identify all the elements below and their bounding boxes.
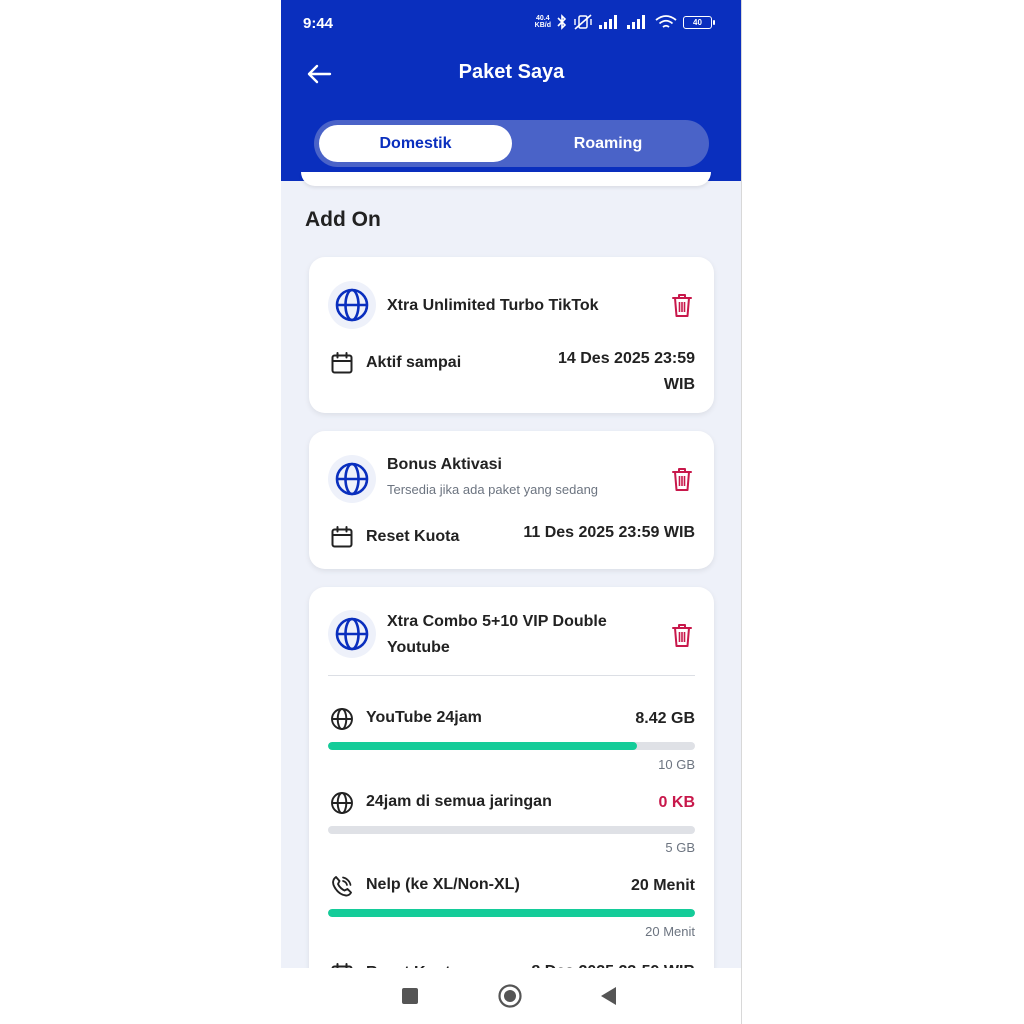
navigation-bar <box>281 968 742 1024</box>
quota-progress-bar <box>328 909 695 917</box>
quota-total: 20 Menit <box>645 924 695 939</box>
active-until-value: 14 Des 2025 23:59 WIB <box>558 350 695 393</box>
vibrate-off-icon <box>574 14 592 30</box>
calendar-icon <box>331 352 353 374</box>
net-speed: 40.4 KB/d <box>534 15 551 29</box>
phone-call-icon <box>332 876 352 897</box>
bluetooth-icon <box>557 14 567 30</box>
calendar-icon <box>331 526 353 548</box>
quota-remaining: 8.42 GB <box>635 710 695 727</box>
globe-icon <box>331 708 353 730</box>
package-icon <box>328 455 376 503</box>
reset-quota-label: Reset Kuota <box>366 528 460 545</box>
status-icons: 40.4 KB/d 40 <box>534 14 715 30</box>
home-button[interactable] <box>497 983 523 1009</box>
quota-remaining: 0 KB <box>658 794 695 811</box>
reset-quota-value: 11 Des 2025 23:59 WIB <box>523 524 695 541</box>
package-icon <box>328 610 376 658</box>
triangle-back-icon <box>601 987 616 1005</box>
section-title: Add On <box>305 208 381 231</box>
quota-progress-fill <box>328 909 695 917</box>
globe-icon <box>335 617 369 651</box>
trash-icon[interactable] <box>670 622 694 648</box>
globe-icon <box>335 462 369 496</box>
quota-label: YouTube 24jam <box>366 709 482 726</box>
quota-label: 24jam di semua jaringan <box>366 793 552 810</box>
trash-icon[interactable] <box>670 292 694 318</box>
trash-icon[interactable] <box>670 466 694 492</box>
divider <box>328 675 695 676</box>
active-until-label: Aktif sampai <box>366 354 462 371</box>
tab-domestik[interactable]: Domestik <box>319 125 512 162</box>
quota-total: 5 GB <box>665 840 695 855</box>
wifi-icon <box>655 15 677 28</box>
globe-icon <box>335 288 369 322</box>
quota-progress-fill <box>328 742 637 750</box>
previous-card-edge <box>301 172 711 186</box>
package-name: Xtra Unlimited Turbo TikTok <box>387 297 599 314</box>
square-icon <box>402 988 418 1004</box>
quota-progress-bar <box>328 826 695 834</box>
status-time: 9:44 <box>303 15 334 32</box>
package-name: Bonus Aktivasi <box>387 456 502 473</box>
addon-card[interactable]: Xtra Unlimited Turbo TikTok Aktif sampai… <box>309 257 714 413</box>
quota-label: Nelp (ke XL/Non-XL) <box>366 876 520 893</box>
globe-icon <box>331 792 353 814</box>
home-circle-icon <box>498 984 522 1008</box>
header: 9:44 40.4 KB/d 40 Paket Saya Domestik Ro… <box>281 0 742 181</box>
signal-icon <box>627 15 645 29</box>
phone-screen: 9:44 40.4 KB/d 40 Paket Saya Domestik Ro… <box>281 0 742 1024</box>
quota-total: 10 GB <box>658 757 695 772</box>
recents-button[interactable] <box>397 983 423 1009</box>
battery-icon: 40 <box>683 15 715 29</box>
addon-card[interactable]: Bonus Aktivasi Tersedia jika ada paket y… <box>309 431 714 569</box>
package-icon <box>328 281 376 329</box>
status-bar: 9:44 40.4 KB/d 40 <box>281 0 742 46</box>
back-nav-button[interactable] <box>596 983 622 1009</box>
tab-roaming[interactable]: Roaming <box>512 125 704 162</box>
package-name: Xtra Combo 5+10 VIP Double Youtube <box>387 613 607 656</box>
page-title: Paket Saya <box>458 61 565 83</box>
package-subtitle: Tersedia jika ada paket yang sedang <box>387 482 599 497</box>
signal-icon <box>599 15 617 29</box>
addon-card[interactable]: Xtra Combo 5+10 VIP Double Youtube YouTu… <box>309 587 714 1007</box>
quota-progress-bar <box>328 742 695 750</box>
tab-bar: Domestik Roaming <box>314 120 709 167</box>
quota-remaining: 20 Menit <box>630 877 695 894</box>
screen-edge <box>741 0 742 1024</box>
